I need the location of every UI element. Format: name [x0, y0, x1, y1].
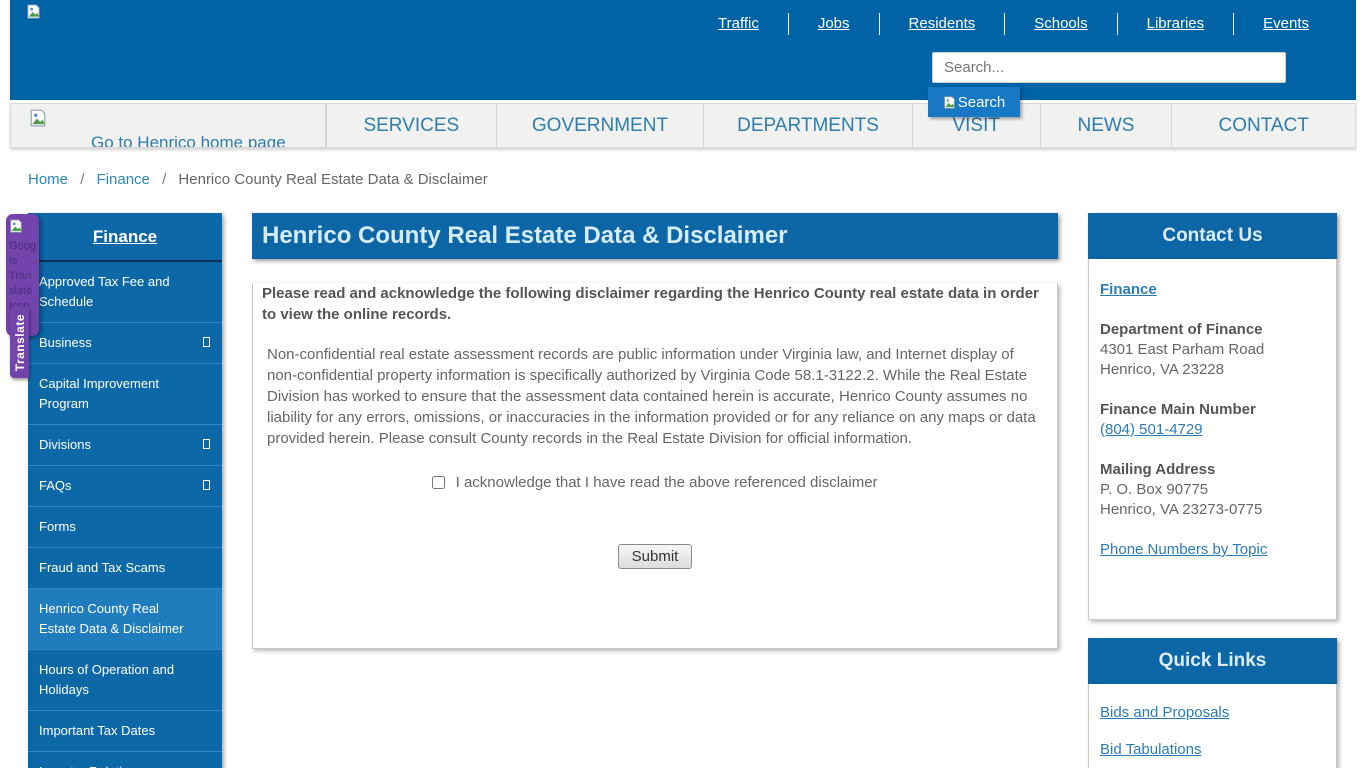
finance-sidebar: Finance Approved Tax Fee and Schedule Bu… — [28, 213, 222, 768]
expand-icon — [203, 337, 210, 347]
contact-mailing-line1: P. O. Box 90775 — [1100, 480, 1326, 500]
sidebar-item-label: Investor Relations — [39, 764, 143, 768]
sidebar-item-investor-relations[interactable]: Investor Relations — [28, 752, 222, 768]
contact-us-title-bar: Contact Us — [1088, 213, 1337, 259]
page-title: Henrico County Real Estate Data & Discla… — [252, 213, 1058, 259]
sidebar-item-faqs[interactable]: FAQs — [28, 466, 222, 507]
acknowledge-label: I acknowledge that I have read the above… — [456, 474, 878, 491]
sidebar-item-important-tax-dates[interactable]: Important Tax Dates — [28, 711, 222, 752]
breadcrumb: Home / Finance / Henrico County Real Est… — [28, 171, 488, 188]
primary-nav: Go to Henrico home page SERVICES GOVERNM… — [10, 103, 1356, 148]
henrico-logo-icon — [29, 109, 47, 127]
sidebar-title: Finance — [28, 213, 222, 262]
contact-finance-link[interactable]: Finance — [1100, 281, 1157, 298]
disclaimer-text: Non-confidential real estate assessment … — [267, 344, 1045, 449]
acknowledge-checkbox[interactable] — [432, 476, 445, 489]
page-title-bar: Henrico County Real Estate Data & Discla… — [252, 213, 1058, 259]
nav-item-government[interactable]: GOVERNMENT — [496, 104, 704, 147]
google-translate-alt-text: Google Translate Icon — [9, 239, 36, 314]
search-icon — [943, 96, 956, 109]
top-link-schools[interactable]: Schools — [1005, 13, 1116, 35]
sidebar-item-henrico-county-real-estate-data-disclaimer[interactable]: Henrico County Real Estate Data & Discla… — [28, 589, 222, 650]
phone-numbers-by-topic-link[interactable]: Phone Numbers by Topic — [1100, 540, 1267, 560]
sidebar-item-label: Henrico County Real Estate Data & Discla… — [39, 601, 184, 636]
nav-item-news[interactable]: NEWS — [1040, 104, 1172, 147]
sidebar-item-label: Business — [39, 335, 92, 350]
contact-phone-heading: Finance Main Number — [1100, 400, 1326, 420]
contact-mailing-line2: Henrico, VA 23273-0775 — [1100, 500, 1326, 520]
top-link-libraries[interactable]: Libraries — [1118, 13, 1234, 35]
search-button[interactable]: Search — [928, 87, 1020, 117]
quick-link-bid-tabulations[interactable]: Bid Tabulations — [1100, 741, 1326, 758]
top-link-traffic[interactable]: Traffic — [689, 13, 788, 35]
sidebar-item-approved-tax-fee-and-schedule[interactable]: Approved Tax Fee and Schedule — [28, 262, 222, 323]
site-header: Traffic Jobs Residents Schools Libraries… — [10, 0, 1356, 100]
sidebar-item-business[interactable]: Business — [28, 323, 222, 364]
expand-icon — [203, 480, 210, 490]
broken-image-icon — [26, 4, 41, 19]
sidebar-item-label: Approved Tax Fee and Schedule — [39, 274, 170, 309]
nav-item-services[interactable]: SERVICES — [326, 104, 496, 147]
quick-links-panel: Quick Links Bids and Proposals Bid Tabul… — [1088, 638, 1337, 768]
translate-tab[interactable]: Translate — [10, 307, 29, 378]
top-link-jobs[interactable]: Jobs — [789, 13, 879, 35]
breadcrumb-home[interactable]: Home — [28, 171, 68, 188]
sidebar-item-fraud-and-tax-scams[interactable]: Fraud and Tax Scams — [28, 548, 222, 589]
sidebar-item-forms[interactable]: Forms — [28, 507, 222, 548]
contact-us-panel: Contact Us Finance Department of Finance… — [1088, 213, 1337, 620]
top-link-events[interactable]: Events — [1234, 13, 1338, 35]
submit-button[interactable]: Submit — [618, 544, 693, 569]
contact-mailing-heading: Mailing Address — [1100, 460, 1326, 480]
sidebar-item-capital-improvement-program[interactable]: Capital Improvement Program — [28, 364, 222, 425]
sidebar-item-divisions[interactable]: Divisions — [28, 425, 222, 466]
quick-link-bids-and-proposals[interactable]: Bids and Proposals — [1100, 704, 1326, 721]
main-content: Henrico County Real Estate Data & Discla… — [252, 213, 1058, 649]
quick-links-title: Quick Links — [1159, 650, 1267, 672]
contact-dept-name: Department of Finance — [1100, 320, 1326, 340]
contact-address-line1: 4301 East Parham Road — [1100, 340, 1326, 360]
sidebar-item-label: Capital Improvement Program — [39, 376, 159, 411]
contact-phone-link[interactable]: (804) 501-4729 — [1100, 421, 1203, 438]
sidebar-item-hours-of-operation-and-holidays[interactable]: Hours of Operation and Holidays — [28, 650, 222, 711]
breadcrumb-separator: / — [154, 171, 174, 188]
translate-tab-label: Translate — [13, 314, 27, 371]
sidebar-item-label: Divisions — [39, 437, 91, 452]
google-translate-icon — [9, 219, 23, 233]
sidebar-item-label: Fraud and Tax Scams — [39, 560, 165, 575]
submit-row: Submit — [253, 544, 1057, 569]
contact-address-line2: Henrico, VA 23228 — [1100, 360, 1326, 380]
top-link-residents[interactable]: Residents — [880, 13, 1005, 35]
home-link-label: Go to Henrico home page — [91, 133, 286, 148]
contact-us-title: Contact Us — [1162, 225, 1262, 247]
sidebar-title-link[interactable]: Finance — [93, 227, 157, 247]
search-input[interactable] — [932, 52, 1286, 83]
sidebar-menu: Approved Tax Fee and Schedule Business C… — [28, 262, 222, 768]
home-logo-link[interactable]: Go to Henrico home page — [11, 104, 326, 147]
sidebar-item-label: Important Tax Dates — [39, 723, 155, 738]
breadcrumb-separator: / — [72, 171, 92, 188]
sidebar-item-label: FAQs — [39, 478, 72, 493]
top-links: Traffic Jobs Residents Schools Libraries… — [689, 13, 1338, 35]
breadcrumb-finance[interactable]: Finance — [97, 171, 150, 188]
sidebar-item-label: Hours of Operation and Holidays — [39, 662, 174, 697]
nav-item-contact[interactable]: CONTACT — [1171, 104, 1355, 147]
expand-icon — [203, 439, 210, 449]
search-button-label: Search — [958, 94, 1006, 111]
breadcrumb-current: Henrico County Real Estate Data & Discla… — [178, 171, 487, 188]
quick-links-title-bar: Quick Links — [1088, 638, 1337, 684]
contact-us-body: Finance Department of Finance 4301 East … — [1088, 259, 1337, 620]
quick-links-body: Bids and Proposals Bid Tabulations — [1088, 684, 1337, 768]
sidebar-item-label: Forms — [39, 519, 76, 534]
disclaimer-panel: Please read and acknowledge the followin… — [252, 283, 1058, 649]
acknowledge-row: I acknowledge that I have read the above… — [253, 474, 1057, 491]
disclaimer-intro: Please read and acknowledge the followin… — [262, 283, 1047, 325]
nav-item-departments[interactable]: DEPARTMENTS — [703, 104, 912, 147]
